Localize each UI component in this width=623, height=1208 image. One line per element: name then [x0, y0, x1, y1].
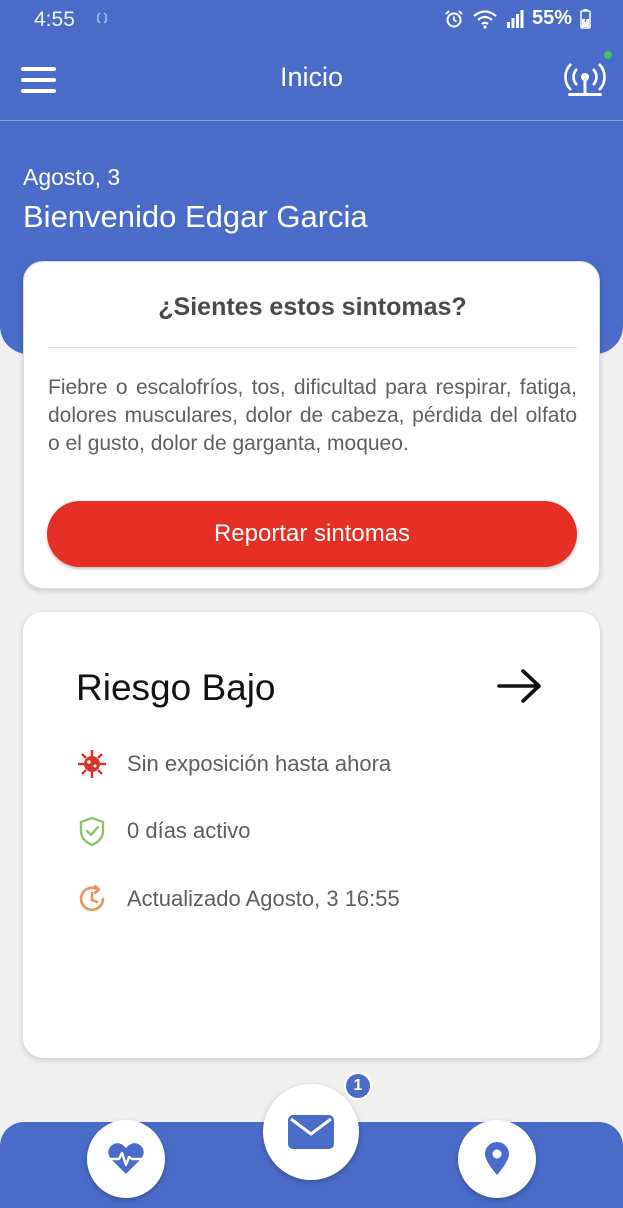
- mail-icon: [288, 1115, 334, 1149]
- messages-nav-button[interactable]: [263, 1084, 359, 1180]
- shield-check-icon: [79, 816, 105, 847]
- alarm-icon: [445, 9, 463, 27]
- app-bar: Inicio: [0, 40, 623, 120]
- status-bar: 4:55 55%: [0, 0, 623, 40]
- active-days-text: 0 días activo: [127, 818, 251, 843]
- health-nav-button[interactable]: [87, 1120, 165, 1198]
- symptom-description: Fiebre o escalofríos, tos, dificultad pa…: [48, 376, 577, 455]
- arrow-right-icon[interactable]: [495, 666, 545, 706]
- report-symptoms-button[interactable]: Reportar sintomas: [47, 501, 577, 567]
- exposure-row: Sin exposición hasta ahora: [76, 746, 391, 782]
- updated-text: Actualizado Agosto, 3 16:55: [127, 886, 400, 911]
- risk-card[interactable]: Riesgo Bajo Sin exposición hasta ahora 0…: [23, 612, 600, 1058]
- battery-percent: 55%: [531, 7, 572, 29]
- active-days-row: 0 días activo: [76, 813, 251, 849]
- location-nav-button[interactable]: [458, 1120, 536, 1198]
- online-status-dot: [602, 49, 614, 61]
- risk-level-title: Riesgo Bajo: [76, 667, 276, 708]
- symptom-card: ¿Sientes estos sintomas? Fiebre o escalo…: [23, 261, 600, 589]
- status-time: 4:55: [34, 8, 75, 31]
- symptom-card-title: ¿Sientes estos sintomas?: [158, 293, 467, 321]
- symptom-card-divider: [48, 347, 577, 348]
- virus-icon: [78, 750, 106, 778]
- greeting-date: Agosto, 3: [23, 164, 121, 190]
- messages-badge: 1: [344, 1072, 372, 1100]
- exposure-text: Sin exposición hasta ahora: [127, 751, 392, 776]
- greeting-name: Bienvenido Edgar Garcia: [23, 199, 368, 234]
- wifi-icon: [473, 9, 497, 29]
- clock-refresh-icon: [79, 884, 105, 912]
- heart-pulse-icon: [108, 1143, 144, 1174]
- page-title: Inicio: [279, 62, 344, 92]
- app-bar-divider: [0, 120, 623, 121]
- signal-icon: [506, 9, 524, 28]
- updated-row: Actualizado Agosto, 3 16:55: [76, 881, 400, 917]
- location-pin-icon: [485, 1142, 509, 1175]
- battery-icon: [580, 8, 591, 29]
- notification-icon: [97, 12, 107, 24]
- broadcast-icon[interactable]: [562, 60, 608, 102]
